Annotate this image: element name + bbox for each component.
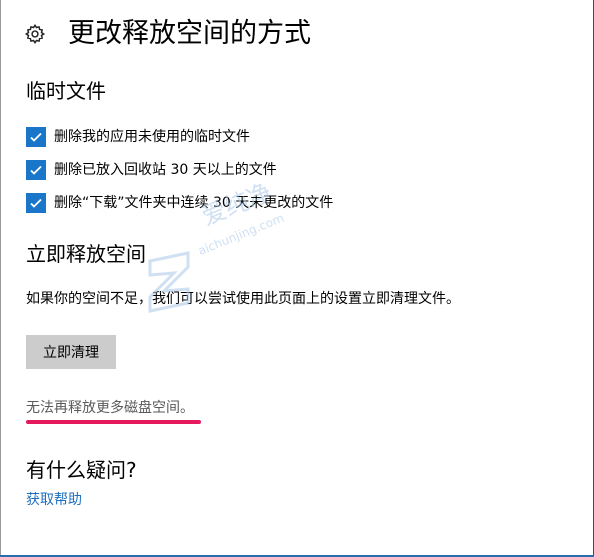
checkmark-icon bbox=[30, 165, 42, 175]
temp-files-options: 删除我的应用未使用的临时文件 删除已放入回收站 30 天以上的文件 删除“下载”… bbox=[26, 126, 333, 225]
window-left-border bbox=[0, 0, 1, 557]
option-delete-downloads[interactable]: 删除“下载”文件夹中连续 30 天未更改的文件 bbox=[26, 192, 333, 214]
option-delete-recycle-bin[interactable]: 删除已放入回收站 30 天以上的文件 bbox=[26, 159, 333, 181]
page-title: 更改释放空间的方式 bbox=[68, 18, 311, 49]
clean-now-button[interactable]: 立即清理 bbox=[26, 335, 116, 369]
checkbox-delete-unused-temp[interactable] bbox=[26, 127, 46, 147]
option-label: 删除已放入回收站 30 天以上的文件 bbox=[54, 162, 277, 178]
checkmark-icon bbox=[30, 132, 42, 142]
option-delete-unused-temp[interactable]: 删除我的应用未使用的临时文件 bbox=[26, 126, 333, 148]
checkmark-icon bbox=[30, 198, 42, 208]
get-help-link[interactable]: 获取帮助 bbox=[26, 490, 82, 510]
gear-icon bbox=[24, 23, 46, 45]
option-label: 删除我的应用未使用的临时文件 bbox=[54, 129, 250, 145]
status-text: 无法再释放更多磁盘空间。 bbox=[26, 400, 194, 416]
option-label: 删除“下载”文件夹中连续 30 天未更改的文件 bbox=[54, 195, 334, 211]
free-now-title: 立即释放空间 bbox=[26, 242, 146, 266]
free-now-description: 如果你的空间不足，我们可以尝试使用此页面上的设置立即清理文件。 bbox=[26, 291, 460, 307]
highlight-underline bbox=[26, 420, 201, 424]
checkbox-delete-downloads[interactable] bbox=[26, 193, 46, 213]
page-header: 更改释放空间的方式 bbox=[24, 14, 311, 54]
checkbox-delete-recycle-bin[interactable] bbox=[26, 160, 46, 180]
help-title: 有什么疑问? bbox=[26, 458, 137, 482]
temp-files-title: 临时文件 bbox=[26, 79, 106, 103]
